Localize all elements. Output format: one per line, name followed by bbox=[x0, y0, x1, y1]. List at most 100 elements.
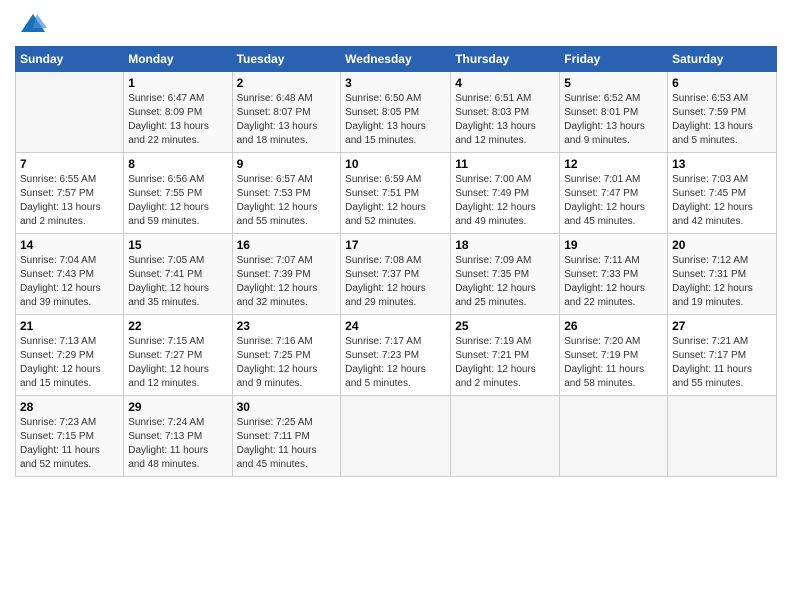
day-number: 20 bbox=[672, 238, 772, 252]
day-info: Sunrise: 6:52 AM Sunset: 8:01 PM Dayligh… bbox=[564, 92, 663, 148]
calendar-cell bbox=[451, 396, 560, 477]
calendar-cell bbox=[16, 72, 124, 153]
day-info: Sunrise: 7:17 AM Sunset: 7:23 PM Dayligh… bbox=[345, 335, 446, 391]
calendar-cell: 17 Sunrise: 7:08 AM Sunset: 7:37 PM Dayli… bbox=[341, 234, 451, 315]
calendar-cell: 25Sunrise: 7:19 AM Sunset: 7:21 PM Dayli… bbox=[451, 315, 560, 396]
calendar-cell: 4 Sunrise: 6:51 AM Sunset: 8:03 PM Daylig… bbox=[451, 72, 560, 153]
calendar-cell: 14 Sunrise: 7:04 AM Sunset: 7:43 PM Dayli… bbox=[16, 234, 124, 315]
day-number: 24 bbox=[345, 319, 446, 333]
header-sunday: Sunday bbox=[16, 47, 124, 72]
day-number: 2 bbox=[237, 76, 337, 90]
calendar-cell: 11Sunrise: 7:00 AM Sunset: 7:49 PM Dayli… bbox=[451, 153, 560, 234]
day-number: 26 bbox=[564, 319, 663, 333]
day-info: Sunrise: 7:15 AM Sunset: 7:27 PM Dayligh… bbox=[128, 335, 227, 391]
calendar-cell: 23 Sunrise: 7:16 AM Sunset: 7:25 PM Dayli… bbox=[232, 315, 341, 396]
calendar-cell: 30Sunrise: 7:25 AM Sunset: 7:11 PM Dayli… bbox=[232, 396, 341, 477]
day-info: Sunrise: 7:07 AM Sunset: 7:39 PM Dayligh… bbox=[237, 254, 337, 310]
calendar-cell: 2 Sunrise: 6:48 AM Sunset: 8:07 PM Daylig… bbox=[232, 72, 341, 153]
day-info: Sunrise: 7:01 AM Sunset: 7:47 PM Dayligh… bbox=[564, 173, 663, 229]
calendar-cell: 28 Sunrise: 7:23 AM Sunset: 7:15 PM Dayli… bbox=[16, 396, 124, 477]
day-number: 9 bbox=[237, 157, 337, 171]
calendar-cell bbox=[341, 396, 451, 477]
calendar-week-row: 1 Sunrise: 6:47 AM Sunset: 8:09 PM Daylig… bbox=[16, 72, 777, 153]
day-number: 30 bbox=[237, 400, 337, 414]
day-number: 12 bbox=[564, 157, 663, 171]
day-info: Sunrise: 7:21 AM Sunset: 7:17 PM Dayligh… bbox=[672, 335, 772, 391]
day-info: Sunrise: 7:09 AM Sunset: 7:35 PM Dayligh… bbox=[455, 254, 555, 310]
day-info: Sunrise: 7:03 AM Sunset: 7:45 PM Dayligh… bbox=[672, 173, 772, 229]
calendar-cell bbox=[668, 396, 777, 477]
day-number: 14 bbox=[20, 238, 119, 252]
day-info: Sunrise: 7:24 AM Sunset: 7:13 PM Dayligh… bbox=[128, 416, 227, 472]
day-info: Sunrise: 6:53 AM Sunset: 7:59 PM Dayligh… bbox=[672, 92, 772, 148]
logo-icon bbox=[19, 10, 47, 38]
calendar-cell: 26 Sunrise: 7:20 AM Sunset: 7:19 PM Dayli… bbox=[560, 315, 668, 396]
calendar-table: SundayMondayTuesdayWednesdayThursdayFrid… bbox=[15, 46, 777, 477]
day-info: Sunrise: 6:56 AM Sunset: 7:55 PM Dayligh… bbox=[128, 173, 227, 229]
day-number: 18 bbox=[455, 238, 555, 252]
day-info: Sunrise: 7:04 AM Sunset: 7:43 PM Dayligh… bbox=[20, 254, 119, 310]
day-info: Sunrise: 7:13 AM Sunset: 7:29 PM Dayligh… bbox=[20, 335, 119, 391]
day-number: 10 bbox=[345, 157, 446, 171]
calendar-cell: 9 Sunrise: 6:57 AM Sunset: 7:53 PM Daylig… bbox=[232, 153, 341, 234]
day-number: 28 bbox=[20, 400, 119, 414]
day-info: Sunrise: 7:05 AM Sunset: 7:41 PM Dayligh… bbox=[128, 254, 227, 310]
calendar-cell: 22 Sunrise: 7:15 AM Sunset: 7:27 PM Dayli… bbox=[124, 315, 232, 396]
day-number: 22 bbox=[128, 319, 227, 333]
day-info: Sunrise: 6:50 AM Sunset: 8:05 PM Dayligh… bbox=[345, 92, 446, 148]
calendar-cell: 13 Sunrise: 7:03 AM Sunset: 7:45 PM Dayli… bbox=[668, 153, 777, 234]
header-friday: Friday bbox=[560, 47, 668, 72]
page-header bbox=[15, 10, 777, 38]
header-wednesday: Wednesday bbox=[341, 47, 451, 72]
header-saturday: Saturday bbox=[668, 47, 777, 72]
calendar-header-row: SundayMondayTuesdayWednesdayThursdayFrid… bbox=[16, 47, 777, 72]
day-number: 27 bbox=[672, 319, 772, 333]
day-info: Sunrise: 7:12 AM Sunset: 7:31 PM Dayligh… bbox=[672, 254, 772, 310]
day-info: Sunrise: 6:51 AM Sunset: 8:03 PM Dayligh… bbox=[455, 92, 555, 148]
calendar-cell: 1 Sunrise: 6:47 AM Sunset: 8:09 PM Daylig… bbox=[124, 72, 232, 153]
header-tuesday: Tuesday bbox=[232, 47, 341, 72]
day-number: 1 bbox=[128, 76, 227, 90]
day-number: 7 bbox=[20, 157, 119, 171]
calendar-cell: 20 Sunrise: 7:12 AM Sunset: 7:31 PM Dayli… bbox=[668, 234, 777, 315]
day-number: 17 bbox=[345, 238, 446, 252]
day-info: Sunrise: 6:57 AM Sunset: 7:53 PM Dayligh… bbox=[237, 173, 337, 229]
day-number: 8 bbox=[128, 157, 227, 171]
day-number: 5 bbox=[564, 76, 663, 90]
day-number: 21 bbox=[20, 319, 119, 333]
calendar-cell: 24 Sunrise: 7:17 AM Sunset: 7:23 PM Dayli… bbox=[341, 315, 451, 396]
day-number: 25 bbox=[455, 319, 555, 333]
calendar-week-row: 28 Sunrise: 7:23 AM Sunset: 7:15 PM Dayli… bbox=[16, 396, 777, 477]
day-number: 16 bbox=[237, 238, 337, 252]
calendar-cell bbox=[560, 396, 668, 477]
day-info: Sunrise: 6:47 AM Sunset: 8:09 PM Dayligh… bbox=[128, 92, 227, 148]
calendar-cell: 6 Sunrise: 6:53 AM Sunset: 7:59 PM Daylig… bbox=[668, 72, 777, 153]
calendar-cell: 12 Sunrise: 7:01 AM Sunset: 7:47 PM Dayli… bbox=[560, 153, 668, 234]
day-info: Sunrise: 6:59 AM Sunset: 7:51 PM Dayligh… bbox=[345, 173, 446, 229]
header-thursday: Thursday bbox=[451, 47, 560, 72]
calendar-cell: 3Sunrise: 6:50 AM Sunset: 8:05 PM Daylig… bbox=[341, 72, 451, 153]
day-info: Sunrise: 6:48 AM Sunset: 8:07 PM Dayligh… bbox=[237, 92, 337, 148]
header-monday: Monday bbox=[124, 47, 232, 72]
calendar-cell: 29Sunrise: 7:24 AM Sunset: 7:13 PM Dayli… bbox=[124, 396, 232, 477]
logo bbox=[15, 10, 47, 38]
day-number: 11 bbox=[455, 157, 555, 171]
day-number: 6 bbox=[672, 76, 772, 90]
calendar-cell: 27 Sunrise: 7:21 AM Sunset: 7:17 PM Dayli… bbox=[668, 315, 777, 396]
day-info: Sunrise: 7:08 AM Sunset: 7:37 PM Dayligh… bbox=[345, 254, 446, 310]
calendar-week-row: 14 Sunrise: 7:04 AM Sunset: 7:43 PM Dayli… bbox=[16, 234, 777, 315]
day-number: 4 bbox=[455, 76, 555, 90]
day-info: Sunrise: 6:55 AM Sunset: 7:57 PM Dayligh… bbox=[20, 173, 119, 229]
day-number: 13 bbox=[672, 157, 772, 171]
calendar-week-row: 21 Sunrise: 7:13 AM Sunset: 7:29 PM Dayli… bbox=[16, 315, 777, 396]
day-info: Sunrise: 7:16 AM Sunset: 7:25 PM Dayligh… bbox=[237, 335, 337, 391]
calendar-cell: 21 Sunrise: 7:13 AM Sunset: 7:29 PM Dayli… bbox=[16, 315, 124, 396]
day-number: 15 bbox=[128, 238, 227, 252]
calendar-cell: 18 Sunrise: 7:09 AM Sunset: 7:35 PM Dayli… bbox=[451, 234, 560, 315]
calendar-cell: 16 Sunrise: 7:07 AM Sunset: 7:39 PM Dayli… bbox=[232, 234, 341, 315]
calendar-cell: 10 Sunrise: 6:59 AM Sunset: 7:51 PM Dayli… bbox=[341, 153, 451, 234]
calendar-cell: 7 Sunrise: 6:55 AM Sunset: 7:57 PM Daylig… bbox=[16, 153, 124, 234]
day-info: Sunrise: 7:20 AM Sunset: 7:19 PM Dayligh… bbox=[564, 335, 663, 391]
day-number: 23 bbox=[237, 319, 337, 333]
day-info: Sunrise: 7:23 AM Sunset: 7:15 PM Dayligh… bbox=[20, 416, 119, 472]
